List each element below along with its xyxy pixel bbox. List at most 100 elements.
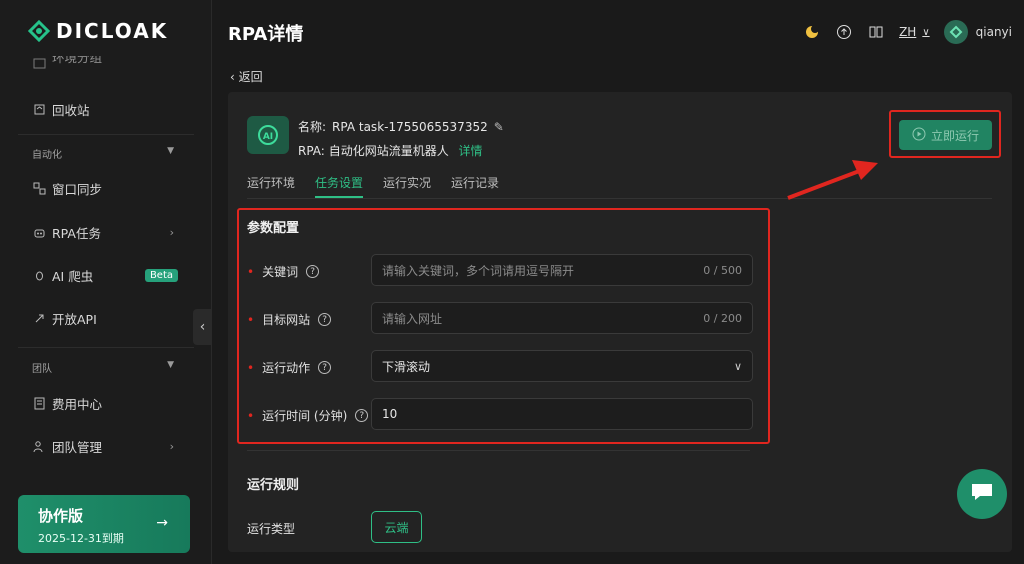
required-marker: •	[247, 408, 255, 423]
run-action-label: • 运行动作 ?	[247, 359, 332, 376]
plan-card[interactable]: 协作版 2025-12-31到期 →	[18, 495, 190, 553]
language-selector[interactable]: ZH ∨	[899, 25, 930, 39]
run-duration-label: • 运行时间 (分钟) ?	[247, 407, 369, 424]
chevron-right-icon: ›	[169, 226, 174, 239]
tab-task-settings[interactable]: 任务设置	[315, 174, 364, 198]
plan-expiry: 2025-12-31到期	[38, 532, 124, 545]
theme-toggle-icon[interactable]	[803, 23, 821, 41]
sidebar-section-automation[interactable]: 自动化 ▼	[32, 146, 182, 161]
target-site-label: • 目标网站 ?	[247, 311, 332, 328]
keyword-char-count: 0 / 500	[703, 263, 742, 277]
recycle-bin-icon	[32, 103, 46, 117]
params-section-title: 参数配置	[247, 221, 300, 236]
sidebar-item-billing[interactable]: 费用中心	[32, 394, 182, 413]
run-type-cloud-option[interactable]: 云端	[371, 511, 422, 543]
duration-label-text: 运行时间 (分钟)	[262, 409, 348, 423]
required-marker: •	[247, 312, 255, 327]
task-rpa-row: RPA: 自动化网站流量机器人 详情	[298, 142, 483, 159]
highlight-box-run	[889, 110, 1001, 158]
section-label: 团队	[32, 364, 52, 375]
target-char-count: 0 / 200	[703, 311, 742, 325]
help-icon[interactable]: ?	[306, 265, 320, 278]
sidebar-item-label: 回收站	[52, 103, 90, 118]
sidebar-item-label: RPA任务	[52, 226, 101, 241]
tabs-divider	[247, 198, 992, 199]
username: qianyi	[975, 25, 1012, 39]
sidebar-item-label: 窗口同步	[52, 182, 103, 197]
run-action-select[interactable]: 下滑滚动 ∨	[371, 350, 753, 382]
sidebar-item-env-group[interactable]: 环境分组	[32, 56, 182, 70]
task-rpa-label: RPA:	[298, 144, 325, 158]
chat-bubble-icon	[970, 481, 994, 507]
link-icon	[32, 312, 46, 326]
chevron-right-icon: ›	[169, 440, 174, 453]
keyword-label-text: 关键词	[262, 265, 299, 279]
help-icon[interactable]: ?	[318, 361, 332, 374]
folder-icon	[32, 56, 46, 70]
bug-icon	[32, 269, 46, 283]
run-duration-input[interactable]: 10	[371, 398, 753, 430]
back-link[interactable]: ‹ 返回	[230, 68, 263, 85]
sidebar-item-label: AI 爬虫	[52, 269, 94, 284]
ai-task-icon: AI	[247, 116, 289, 154]
target-site-input[interactable]: 请输入网址 0 / 200	[371, 302, 753, 334]
sidebar-item-rpa-tasks[interactable]: RPA任务 ›	[32, 223, 182, 242]
sidebar-divider	[18, 134, 194, 135]
brand-name: DICLOAK	[56, 19, 169, 43]
language-label: ZH	[899, 25, 917, 39]
page-title: RPA详情	[228, 24, 304, 45]
help-icon[interactable]: ?	[318, 313, 332, 326]
task-detail-panel: AI 名称: RPA task-1755065537352 ✎ RPA: 自动化…	[228, 92, 1012, 552]
section-divider	[247, 450, 750, 451]
sidebar-item-window-sync[interactable]: 窗口同步	[32, 179, 182, 198]
tab-run-env[interactable]: 运行环境	[247, 174, 295, 198]
run-type-label: 运行类型	[247, 522, 296, 536]
task-name-row: 名称: RPA task-1755065537352 ✎	[298, 118, 504, 135]
caret-down-icon: ▼	[167, 146, 174, 156]
robot-icon	[32, 226, 46, 240]
keyword-placeholder: 请输入关键词，多个词请用逗号隔开	[382, 263, 575, 278]
sidebar-item-team-manage[interactable]: 团队管理 ›	[32, 437, 182, 456]
plan-name: 协作版	[38, 507, 84, 525]
sidebar-item-ai-crawler[interactable]: AI 爬虫 Beta	[32, 266, 182, 285]
collapse-sidebar-button[interactable]: ‹	[193, 309, 212, 345]
task-name-value: RPA task-1755065537352	[332, 119, 488, 134]
sidebar: DICLOAK 环境分组 回收站 自动化 ▼ 窗口同步 RPA任务 › AI 爬…	[0, 0, 212, 564]
sidebar-item-label: 环境分组	[52, 56, 103, 65]
user-menu[interactable]: qianyi	[943, 20, 1012, 44]
sidebar-divider	[18, 347, 194, 348]
sidebar-item-open-api[interactable]: 开放API	[32, 309, 182, 328]
chevron-down-icon: ∨	[922, 26, 930, 38]
required-marker: •	[247, 360, 255, 375]
avatar	[943, 20, 968, 44]
chat-support-button[interactable]	[957, 469, 1007, 519]
sidebar-item-label: 团队管理	[52, 440, 103, 455]
receipt-icon	[32, 397, 46, 411]
help-icon[interactable]: ?	[355, 409, 369, 422]
beta-badge: Beta	[144, 269, 178, 282]
docs-book-icon[interactable]	[867, 23, 885, 41]
chevron-down-icon: ∨	[733, 359, 742, 373]
section-label: 自动化	[32, 150, 62, 161]
brand-logo[interactable]: DICLOAK	[27, 18, 169, 44]
sidebar-section-team[interactable]: 团队 ▼	[32, 360, 182, 375]
edit-pencil-icon[interactable]: ✎	[494, 120, 504, 134]
rpa-detail-link[interactable]: 详情	[459, 144, 483, 158]
task-tabs: 运行环境 任务设置 运行实况 运行记录	[247, 174, 499, 198]
upload-icon[interactable]	[835, 23, 853, 41]
window-sync-icon	[32, 182, 46, 196]
target-label-text: 目标网站	[262, 313, 311, 327]
required-marker: •	[247, 264, 255, 279]
dicloak-logo-icon	[27, 19, 51, 43]
task-name-label: 名称:	[298, 120, 327, 134]
tab-live-run[interactable]: 运行实况	[383, 174, 431, 198]
rules-section-title: 运行规则	[247, 478, 300, 493]
users-icon	[32, 440, 46, 454]
sidebar-item-label: 费用中心	[52, 397, 103, 412]
keyword-input[interactable]: 请输入关键词，多个词请用逗号隔开 0 / 500	[371, 254, 753, 286]
tab-run-records[interactable]: 运行记录	[451, 174, 499, 198]
caret-down-icon: ▼	[167, 360, 174, 370]
sidebar-item-recycle[interactable]: 回收站	[32, 100, 182, 119]
target-placeholder: 请输入网址	[382, 311, 443, 326]
action-label-text: 运行动作	[262, 361, 311, 375]
